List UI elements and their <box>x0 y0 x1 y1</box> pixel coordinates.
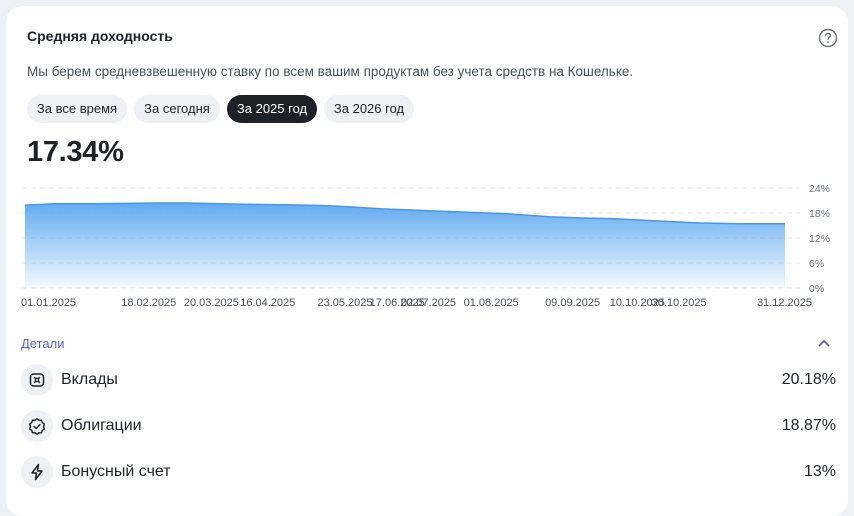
x-tick-label: 16.04.2025 <box>240 297 295 309</box>
y-tick-label: 0% <box>809 283 824 295</box>
tab-2026[interactable]: За 2026 год <box>324 95 414 123</box>
x-tick-label: 01.01.2025 <box>21 297 76 309</box>
detail-row-bonds: Облигации 18.87% <box>21 410 836 446</box>
detail-value: 18.87% <box>781 417 836 434</box>
x-tick-label: 31.12.2025 <box>757 297 812 309</box>
detail-value: 20.18% <box>781 371 836 388</box>
chevron-up-icon[interactable] <box>816 336 832 350</box>
lightning-icon <box>31 463 43 481</box>
y-tick-label: 18% <box>809 208 830 220</box>
card-subtitle: Мы берем средневзвешенную ставку по всем… <box>27 64 634 79</box>
tab-all-time[interactable]: За все время <box>27 95 127 123</box>
card-title: Средняя доходность <box>27 28 173 44</box>
detail-label: Бонусный счет <box>61 463 171 480</box>
tab-today[interactable]: За сегодня <box>134 95 220 123</box>
details-toggle[interactable]: Детали <box>21 336 65 351</box>
detail-label: Облигации <box>61 417 142 434</box>
y-tick-label: 12% <box>809 233 830 245</box>
x-tick-label: 30.10.2025 <box>652 297 707 309</box>
tab-2025[interactable]: За 2025 год <box>227 95 317 123</box>
deposit-icon <box>29 373 45 387</box>
yield-chart: 24% 18% 12% 6% 0% 01.01.2025 18.02.2025 20.03.… <box>21 183 830 309</box>
bond-badge-icon <box>29 418 45 435</box>
y-tick-label: 6% <box>809 258 824 270</box>
y-tick-label: 24% <box>809 183 830 195</box>
question-circle-icon[interactable] <box>818 28 838 48</box>
detail-value: 13% <box>803 463 836 480</box>
x-tick-label: 20.03.2025 <box>184 297 239 309</box>
yield-area <box>25 203 785 288</box>
x-tick-label: 18.02.2025 <box>121 297 176 309</box>
average-yield-value: 17.34% <box>27 136 124 168</box>
x-tick-label: 09.09.2025 <box>545 297 600 309</box>
detail-row-bonus-account: Бонусный счет 13% <box>21 456 836 492</box>
x-tick-label: 02.07.2025 <box>401 297 456 309</box>
x-tick-label: 23.05.2025 <box>317 297 372 309</box>
x-tick-label: 01.08.2025 <box>464 297 519 309</box>
detail-label: Вклады <box>61 371 118 388</box>
detail-row-deposits: Вклады 20.18% <box>21 364 836 400</box>
